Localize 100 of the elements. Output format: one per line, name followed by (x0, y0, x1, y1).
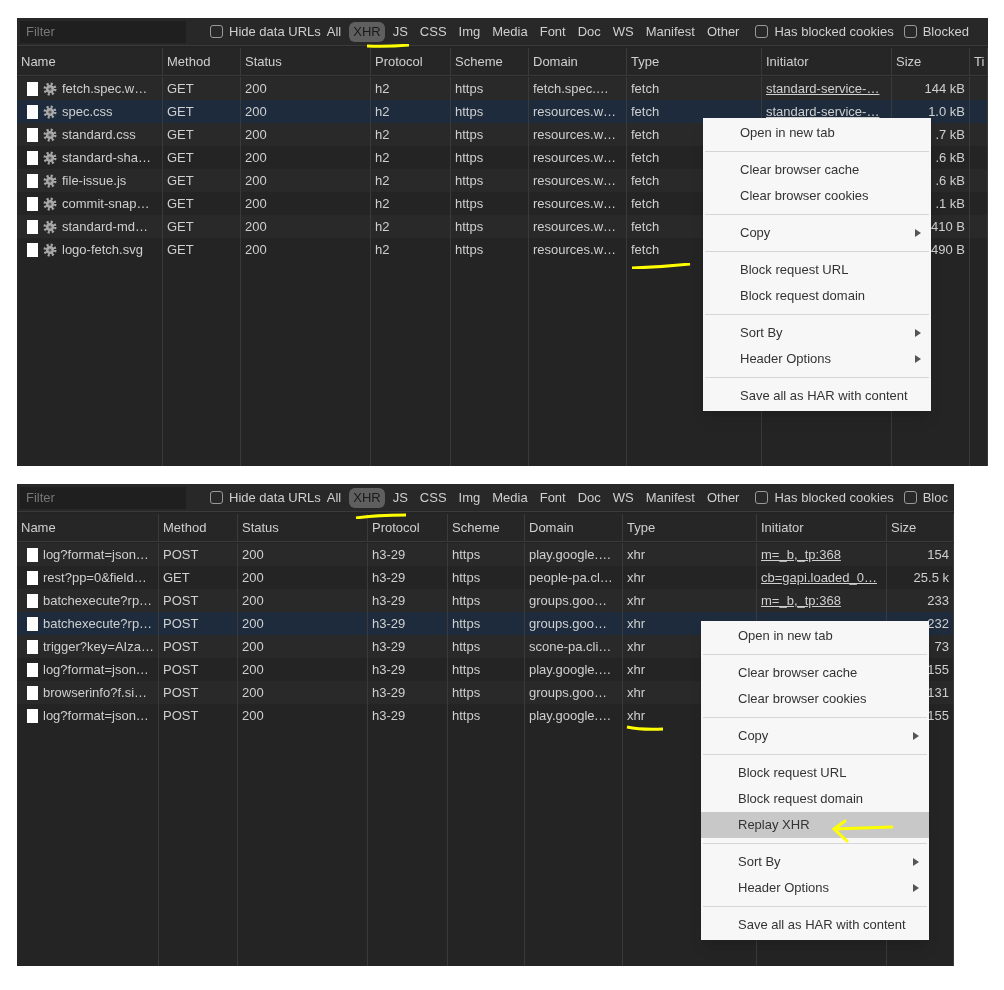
column-header[interactable]: Size (892, 48, 970, 75)
table-cell-text: batchexecute?rp… (43, 614, 153, 633)
table-cell-text: play.google.… (529, 660, 612, 679)
filter-type-button[interactable]: JS (388, 21, 412, 42)
filter-field[interactable]: Filter (20, 20, 186, 43)
checkbox[interactable] (903, 25, 917, 38)
table-cell-text: 200 (242, 706, 264, 725)
filter-type-button[interactable]: JS (388, 487, 412, 508)
menu-item[interactable]: Replay XHR (701, 812, 929, 838)
gear-icon (43, 242, 57, 257)
checkbox-label: Bloc (922, 488, 948, 507)
checkbox-label: Blocked (922, 22, 969, 41)
table-cell-text: POST (163, 660, 199, 679)
column-header[interactable]: Domain (525, 514, 623, 541)
menu-item[interactable]: Open in new tab (703, 120, 931, 146)
file-icon (27, 219, 38, 234)
file-icon (27, 616, 38, 631)
column-header[interactable]: Protocol (368, 514, 448, 541)
table-cell-text: POST (163, 614, 199, 633)
table-cell-text: h2 (375, 194, 390, 213)
column-header[interactable]: Type (623, 514, 757, 541)
filter-type-button[interactable]: CSS (415, 487, 451, 508)
checkbox[interactable] (755, 491, 769, 504)
column-header[interactable]: Initiator (757, 514, 887, 541)
request-row[interactable]: batchexecute?rp… POST 200 h3-29 https groups.goo… xhr m=_b,_tp:368 233 (17, 589, 954, 612)
menu-item[interactable]: Block request domain (703, 283, 931, 309)
column-header[interactable]: Type (627, 48, 762, 75)
checkbox[interactable] (210, 25, 223, 38)
filter-field[interactable]: Filter (20, 486, 186, 509)
table-cell-text: h2 (375, 102, 390, 121)
table-cell-text: GET (167, 102, 194, 121)
highlight-underline (626, 725, 664, 731)
table-cell-text: 200 (245, 171, 267, 190)
checkbox[interactable] (755, 25, 769, 38)
filter-type-button[interactable]: All (322, 21, 346, 42)
table-cell-text: GET (167, 194, 194, 213)
filter-type-button[interactable]: Other (702, 487, 744, 508)
menu-item[interactable]: Sort By (703, 320, 931, 346)
filter-type-button[interactable]: Other (702, 21, 744, 42)
table-cell-text: fetch.spec.… (533, 79, 609, 98)
column-header[interactable]: Method (159, 514, 238, 541)
filter-type-button[interactable]: Font (535, 487, 570, 508)
column-header[interactable]: Name (17, 514, 159, 541)
request-row[interactable]: spec.css GET 200 h2 https resources.w… fetch standard-service-… 1.0 kB (17, 100, 988, 123)
table-cell-text: resources.w… (533, 148, 617, 167)
filter-type-button[interactable]: All (322, 487, 346, 508)
filter-type-button[interactable]: WS (608, 487, 638, 508)
table-cell-text: h3-29 (372, 568, 406, 587)
submenu-arrow-icon (915, 355, 921, 363)
menu-item[interactable]: Save all as HAR with content (701, 912, 929, 938)
file-icon (27, 81, 38, 96)
menu-item[interactable]: Block request domain (701, 786, 929, 812)
table-cell-text: 200 (242, 545, 264, 564)
column-header[interactable]: Initiator (762, 48, 892, 75)
file-icon (27, 104, 38, 119)
checkbox-label: Has blocked cookies (774, 22, 894, 41)
column-header[interactable]: Scheme (448, 514, 525, 541)
column-header[interactable]: Domain (529, 48, 627, 75)
column-header[interactable]: Protocol (371, 48, 451, 75)
table-cell-text: 200 (245, 148, 267, 167)
filter-type-button[interactable]: Media (488, 21, 532, 42)
file-icon (27, 242, 38, 257)
menu-item[interactable]: Block request URL (701, 760, 929, 786)
request-row[interactable]: log?format=json… POST 200 h3-29 https play.google.… xhr m=_b,_tp:368 154 (17, 543, 954, 566)
filter-type-button[interactable]: Manifest (641, 21, 699, 42)
table-cell-text: h2 (375, 125, 390, 144)
column-header[interactable]: Method (163, 48, 241, 75)
menu-item[interactable]: Header Options (703, 346, 931, 372)
filter-type-button[interactable]: CSS (415, 21, 451, 42)
initiator-link[interactable]: standard-service-… (766, 78, 880, 99)
initiator-link[interactable]: m=_b,_tp:368 (761, 590, 841, 611)
initiator-link[interactable]: m=_b,_tp:368 (761, 544, 841, 565)
submenu-arrow-icon (913, 732, 919, 740)
filter-type-button[interactable]: Doc (573, 21, 605, 42)
initiator-link[interactable]: standard-service-… (766, 101, 880, 122)
filter-type-button[interactable]: WS (608, 21, 638, 42)
menu-item[interactable]: Header Options (701, 875, 929, 901)
initiator-link[interactable]: cb=gapi.loaded_0… (761, 567, 877, 588)
menu-item[interactable]: Sort By (701, 849, 929, 875)
filter-type-button[interactable]: Img (454, 487, 485, 508)
filter-type-button[interactable]: Media (488, 487, 532, 508)
column-header[interactable]: Size (887, 514, 954, 541)
filter-type-button[interactable]: Img (454, 21, 485, 42)
table-cell-text: xhr (627, 614, 646, 633)
filter-type-button[interactable]: Manifest (641, 487, 699, 508)
column-header[interactable]: Status (238, 514, 368, 541)
column-header[interactable]: Status (241, 48, 371, 75)
menu-item[interactable]: Save all as HAR with content (703, 383, 931, 409)
checkbox[interactable] (210, 491, 223, 504)
request-row[interactable]: fetch.spec.w… GET 200 h2 https fetch.spec.… fetch standard-service-… 144 kB (17, 77, 988, 100)
filter-type-button[interactable]: Font (535, 21, 570, 42)
table-cell-text: GET (167, 125, 194, 144)
column-header[interactable]: Scheme (451, 48, 529, 75)
table-cell-text: GET (167, 240, 194, 259)
filter-type-button[interactable]: Doc (573, 487, 605, 508)
column-header[interactable]: Ti (970, 48, 988, 75)
column-header[interactable]: Name (17, 48, 163, 75)
table-cell-text: log?format=json… (43, 660, 149, 679)
table-cell-text: 200 (242, 568, 264, 587)
checkbox[interactable] (903, 491, 917, 504)
